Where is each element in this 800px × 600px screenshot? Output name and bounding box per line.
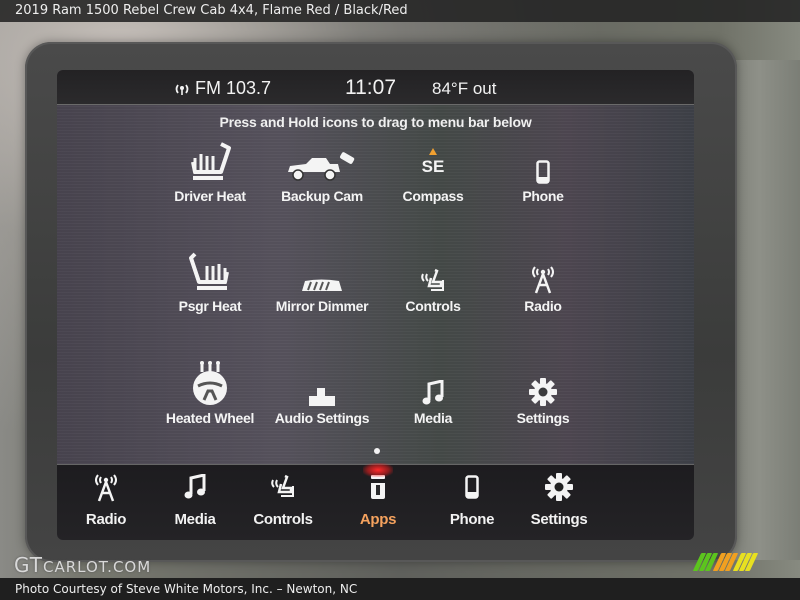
heated-seat-icon	[150, 250, 270, 294]
watermark-suffix: CARLOT.COM	[43, 558, 152, 576]
app-controls[interactable]: Controls	[373, 250, 493, 314]
music-note-icon	[150, 469, 240, 505]
photo-credit: Photo Courtesy of Steve White Motors, In…	[0, 578, 800, 600]
app-label: Controls	[405, 298, 461, 314]
heated-seat-icon	[150, 140, 270, 184]
menu-item-settings[interactable]: Settings	[514, 469, 604, 528]
phone-icon	[427, 469, 517, 505]
gear-icon	[514, 469, 604, 505]
menu-bar: Radio Media Controls Apps Phone Settings	[57, 463, 694, 540]
menu-label: Media	[174, 511, 216, 528]
truck-tailgate-icon	[262, 140, 382, 184]
app-psgr-heat[interactable]: Psgr Heat	[150, 250, 270, 314]
clock: 11:07	[345, 76, 396, 99]
radio-status[interactable]: FM 103.7	[175, 78, 271, 99]
phone-icon	[483, 140, 603, 184]
outside-temperature: 84°F out	[432, 79, 497, 98]
app-label: Backup Cam	[281, 188, 363, 204]
app-label: Settings	[516, 410, 570, 426]
radio-station: FM 103.7	[195, 78, 272, 98]
radio-tower-icon	[61, 469, 151, 505]
photo-title: 2019 Ram 1500 Rebel Crew Cab 4x4, Flame …	[0, 0, 800, 22]
stripe-group-orange	[712, 553, 739, 571]
app-backup-cam[interactable]: Backup Cam	[262, 140, 382, 204]
app-mirror-dimmer[interactable]: Mirror Dimmer	[262, 250, 382, 314]
uconnect-screen: FM 103.7 11:07 84°F out Press and Hold i…	[57, 70, 694, 540]
menu-item-apps[interactable]: Apps	[333, 463, 423, 528]
controls-icon	[238, 469, 328, 505]
watermark-prefix: GT	[14, 553, 44, 577]
music-note-icon	[373, 362, 493, 406]
app-label: Driver Heat	[174, 188, 246, 204]
gear-icon	[483, 362, 603, 406]
menu-label: Apps	[359, 511, 397, 528]
compass-heading: SE	[421, 156, 445, 176]
app-label: Compass	[402, 188, 464, 204]
menu-item-media[interactable]: Media	[150, 469, 240, 528]
app-radio[interactable]: Radio	[483, 250, 603, 314]
menu-item-radio[interactable]: Radio	[61, 469, 151, 528]
menu-item-phone[interactable]: Phone	[427, 469, 517, 528]
radio-tower-icon	[483, 250, 603, 294]
app-label: Radio	[524, 298, 562, 314]
menu-label: Controls	[253, 511, 313, 528]
app-label: Phone	[522, 188, 564, 204]
heated-wheel-icon	[150, 361, 270, 406]
page-indicator[interactable]	[374, 448, 380, 454]
app-audio-settings[interactable]: Audio Settings	[262, 362, 382, 426]
gtcarlot-watermark: GTCARLOT.COM	[14, 553, 151, 577]
controls-icon	[373, 250, 493, 294]
stripe-group-green	[692, 553, 719, 571]
app-label: Mirror Dimmer	[275, 298, 369, 314]
menu-label: Settings	[530, 511, 588, 528]
active-indicator	[363, 463, 393, 477]
app-driver-heat[interactable]: Driver Heat	[150, 140, 270, 204]
menu-label: Radio	[85, 511, 127, 528]
compass-icon: SE	[373, 140, 493, 184]
app-media[interactable]: Media	[373, 362, 493, 426]
drag-hint: Press and Hold icons to drag to menu bar…	[219, 114, 532, 130]
gtcarlot-stripes-logo	[692, 553, 759, 571]
app-heated-wheel[interactable]: Heated Wheel	[150, 361, 270, 426]
radio-signal-icon	[175, 83, 189, 95]
app-label: Audio Settings	[274, 410, 370, 426]
status-bar: FM 103.7 11:07 84°F out	[57, 70, 694, 105]
app-label: Psgr Heat	[178, 298, 242, 314]
menu-item-controls[interactable]: Controls	[238, 469, 328, 528]
stripe-group-yellow	[732, 553, 759, 571]
audio-settings-icon	[262, 362, 382, 406]
app-phone[interactable]: Phone	[483, 140, 603, 204]
app-label: Heated Wheel	[165, 410, 255, 426]
app-label: Media	[413, 410, 453, 426]
app-settings[interactable]: Settings	[483, 362, 603, 426]
app-compass[interactable]: SE Compass	[373, 140, 493, 204]
mirror-icon	[262, 250, 382, 294]
menu-label: Phone	[449, 511, 495, 528]
